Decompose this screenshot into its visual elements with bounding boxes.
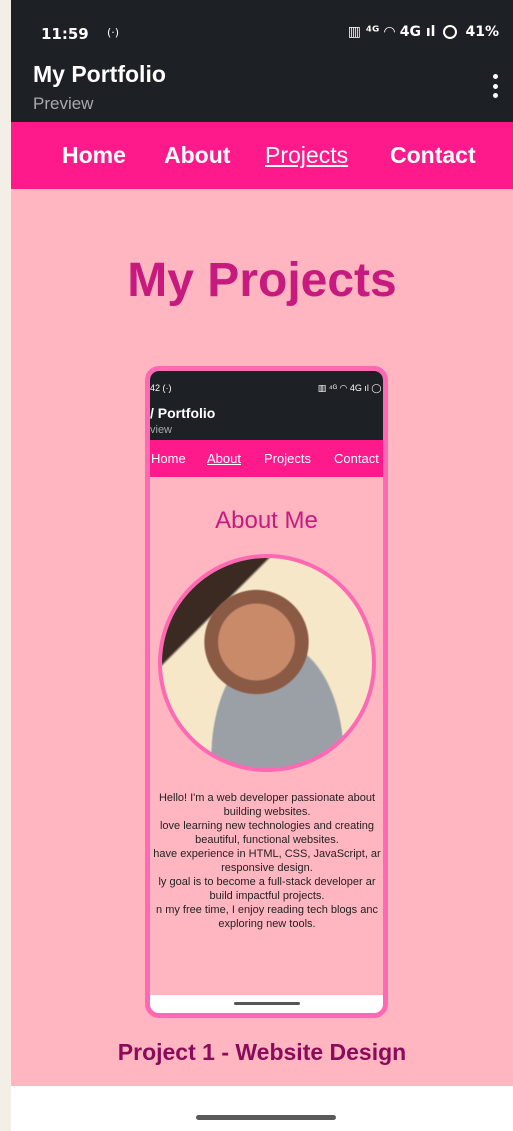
status-bar: 11:59 (·) ▥ ⁴ᴳ ◠ 4G ıl 41%	[11, 0, 513, 50]
about-paragraph: Hello! I'm a web developer passionate ab…	[158, 792, 376, 818]
nav-projects[interactable]: Projects	[265, 142, 348, 169]
nav-about[interactable]: About	[164, 142, 230, 169]
screenshot-status-icons: ▥ ⁴ᴳ ◠ 4G ıl ◯ 4	[317, 383, 388, 393]
signal-icons: ▥ ⁴ᴳ ◠ 4G ıl	[347, 24, 436, 40]
system-gesture-bar	[11, 1086, 513, 1131]
screenshot-home-indicator	[233, 1002, 300, 1005]
screenshot-about-text: Hello! I'm a web developer passionate ab…	[150, 791, 383, 931]
about-paragraph: ly goal is to become a full-stack develo…	[158, 876, 376, 902]
screenshot-app-bar: / Portfolio view	[150, 401, 383, 440]
screenshot-about-heading: About Me	[215, 507, 318, 534]
phone-screen: 11:59 (·) ▥ ⁴ᴳ ◠ 4G ıl 41% My Portfolio …	[11, 0, 513, 1131]
nav-contact[interactable]: Contact	[390, 142, 476, 169]
page-title: My Projects	[127, 254, 397, 307]
about-paragraph: love learning new technologies and creat…	[159, 820, 375, 846]
project-screenshot[interactable]: 42 (·) ▥ ⁴ᴳ ◠ 4G ıl ◯ 4 / Portfolio view…	[145, 366, 388, 1018]
app-subtitle: Preview	[33, 94, 94, 113]
status-time: 11:59	[41, 25, 89, 43]
screenshot-status-time: 42 (·)	[150, 383, 172, 393]
screenshot-gesture-bar	[150, 995, 383, 1013]
status-icons: ▥ ⁴ᴳ ◠ 4G ıl 41%	[348, 24, 499, 40]
project-caption: Project 1 - Website Design	[117, 1039, 407, 1065]
battery-level: 41%	[465, 24, 499, 40]
profile-photo	[158, 554, 376, 772]
screenshot-nav-projects: Projects	[264, 451, 311, 466]
site-nav: Home About Projects Contact	[11, 122, 513, 189]
app-title: My Portfolio	[33, 61, 166, 87]
screenshot-nav-home: Home	[151, 451, 186, 466]
app-bar: My Portfolio Preview	[11, 50, 513, 122]
nfc-icon: (·)	[107, 26, 120, 39]
screenshot-app-subtitle: view	[150, 424, 173, 436]
home-indicator[interactable]	[196, 1115, 336, 1120]
about-paragraph: have experience in HTML, CSS, JavaScript…	[153, 848, 381, 874]
screenshot-nav-contact: Contact	[334, 451, 379, 466]
more-options-icon[interactable]	[491, 74, 499, 98]
nav-home[interactable]: Home	[62, 142, 126, 169]
screenshot-nav: Home About Projects Contact	[150, 440, 383, 477]
screenshot-status-bar: 42 (·) ▥ ⁴ᴳ ◠ 4G ıl ◯ 4	[150, 371, 383, 401]
screenshot-nav-about: About	[207, 451, 241, 466]
projects-section: My Projects 42 (·) ▥ ⁴ᴳ ◠ 4G ıl ◯ 4 / Po…	[11, 189, 513, 1086]
screenshot-app-title: / Portfolio	[150, 405, 216, 421]
about-paragraph: n my free time, I enjoy reading tech blo…	[156, 904, 378, 930]
battery-icon	[443, 25, 458, 39]
